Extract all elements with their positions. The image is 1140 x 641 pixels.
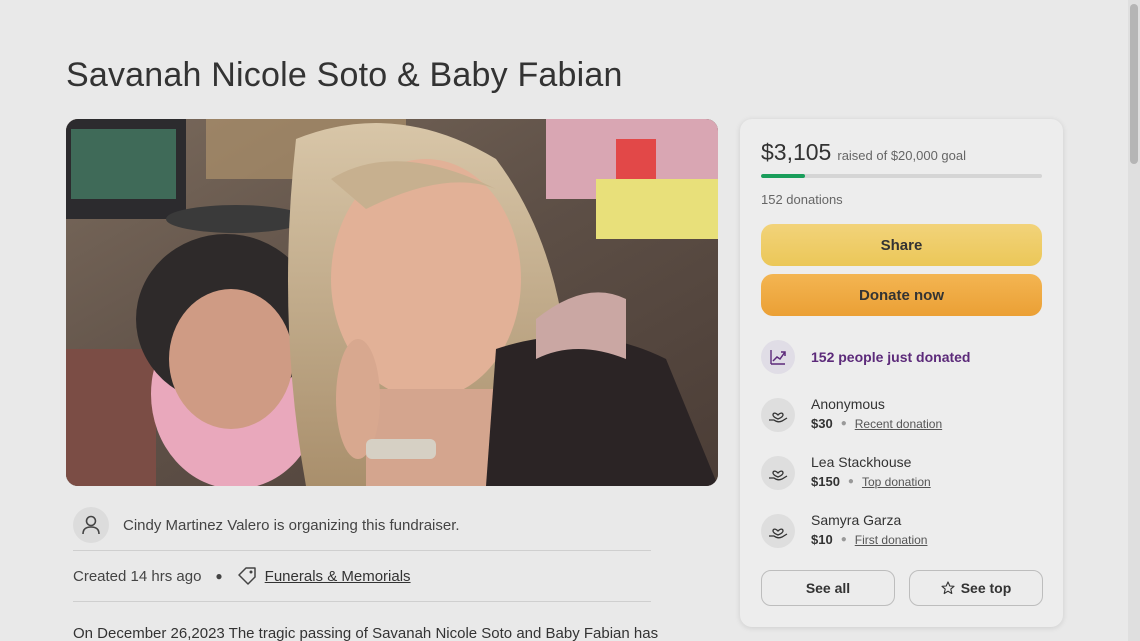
- dot-separator: ●: [840, 534, 847, 545]
- donor-name: Anonymous: [811, 396, 885, 412]
- see-all-label: See all: [805, 580, 851, 596]
- heart-hand-icon: [761, 514, 795, 548]
- donor-item: Anonymous $30 ● Recent donation: [761, 396, 1042, 432]
- recent-donations-banner: 152 people just donated: [761, 340, 1042, 374]
- photo-illustration: [66, 119, 718, 486]
- heart-hand-icon: [761, 398, 795, 432]
- fundraiser-photo: [66, 119, 718, 486]
- heart-hand-icon: [761, 456, 795, 490]
- see-top-button[interactable]: See top: [909, 570, 1043, 606]
- dot-separator: ●: [847, 476, 854, 487]
- raised-amount: $3,105: [761, 139, 832, 165]
- organizer-row: Cindy Martinez Valero is organizing this…: [73, 500, 651, 551]
- donor-name: Samyra Garza: [811, 512, 902, 528]
- trending-up-icon: [761, 340, 795, 374]
- recent-donations-text: 152 people just donated: [811, 349, 971, 365]
- donation-card: $3,105 raised of $20,000 goal 152 donati…: [740, 119, 1063, 627]
- person-icon: [82, 515, 100, 535]
- story-excerpt: On December 26,2023 The tragic passing o…: [73, 625, 659, 641]
- star-icon: [941, 581, 955, 595]
- see-all-button[interactable]: See all: [761, 570, 895, 606]
- donate-now-button[interactable]: Donate now: [761, 274, 1042, 316]
- page-scrollbar[interactable]: [1128, 0, 1140, 641]
- tag-icon: [237, 566, 257, 586]
- created-time: Created 14 hrs ago: [73, 567, 202, 585]
- organizer-text: Cindy Martinez Valero is organizing this…: [123, 516, 460, 534]
- donation-type-link[interactable]: First donation: [855, 533, 928, 547]
- progress-bar: [761, 174, 1042, 178]
- donor-amount: $30: [811, 416, 833, 431]
- donation-type-link[interactable]: Top donation: [862, 475, 931, 489]
- donor-item: Samyra Garza $10 ● First donation: [761, 512, 1042, 548]
- donation-type-link[interactable]: Recent donation: [855, 417, 942, 431]
- card-actions: See all See top: [761, 570, 1043, 606]
- progress-fill: [761, 174, 805, 178]
- see-top-label: See top: [960, 580, 1012, 596]
- raised-summary: $3,105 raised of $20,000 goal: [761, 139, 1042, 166]
- raised-goal: raised of $20,000 goal: [837, 148, 967, 163]
- donor-amount: $10: [811, 532, 833, 547]
- dot-separator: ●: [840, 418, 847, 429]
- donor-item: Lea Stackhouse $150 ● Top donation: [761, 454, 1042, 490]
- donation-count: 152 donations: [761, 192, 843, 207]
- organizer-avatar: [73, 507, 109, 543]
- scrollbar-thumb[interactable]: [1130, 4, 1138, 164]
- category-link[interactable]: Funerals & Memorials: [265, 568, 411, 585]
- dot-separator: ●: [215, 569, 223, 583]
- meta-row: Created 14 hrs ago ● Funerals & Memorial…: [73, 551, 651, 602]
- donor-name: Lea Stackhouse: [811, 454, 912, 470]
- share-button[interactable]: Share: [761, 224, 1042, 266]
- page-title: Savanah Nicole Soto & Baby Fabian: [66, 56, 623, 94]
- donor-amount: $150: [811, 474, 840, 489]
